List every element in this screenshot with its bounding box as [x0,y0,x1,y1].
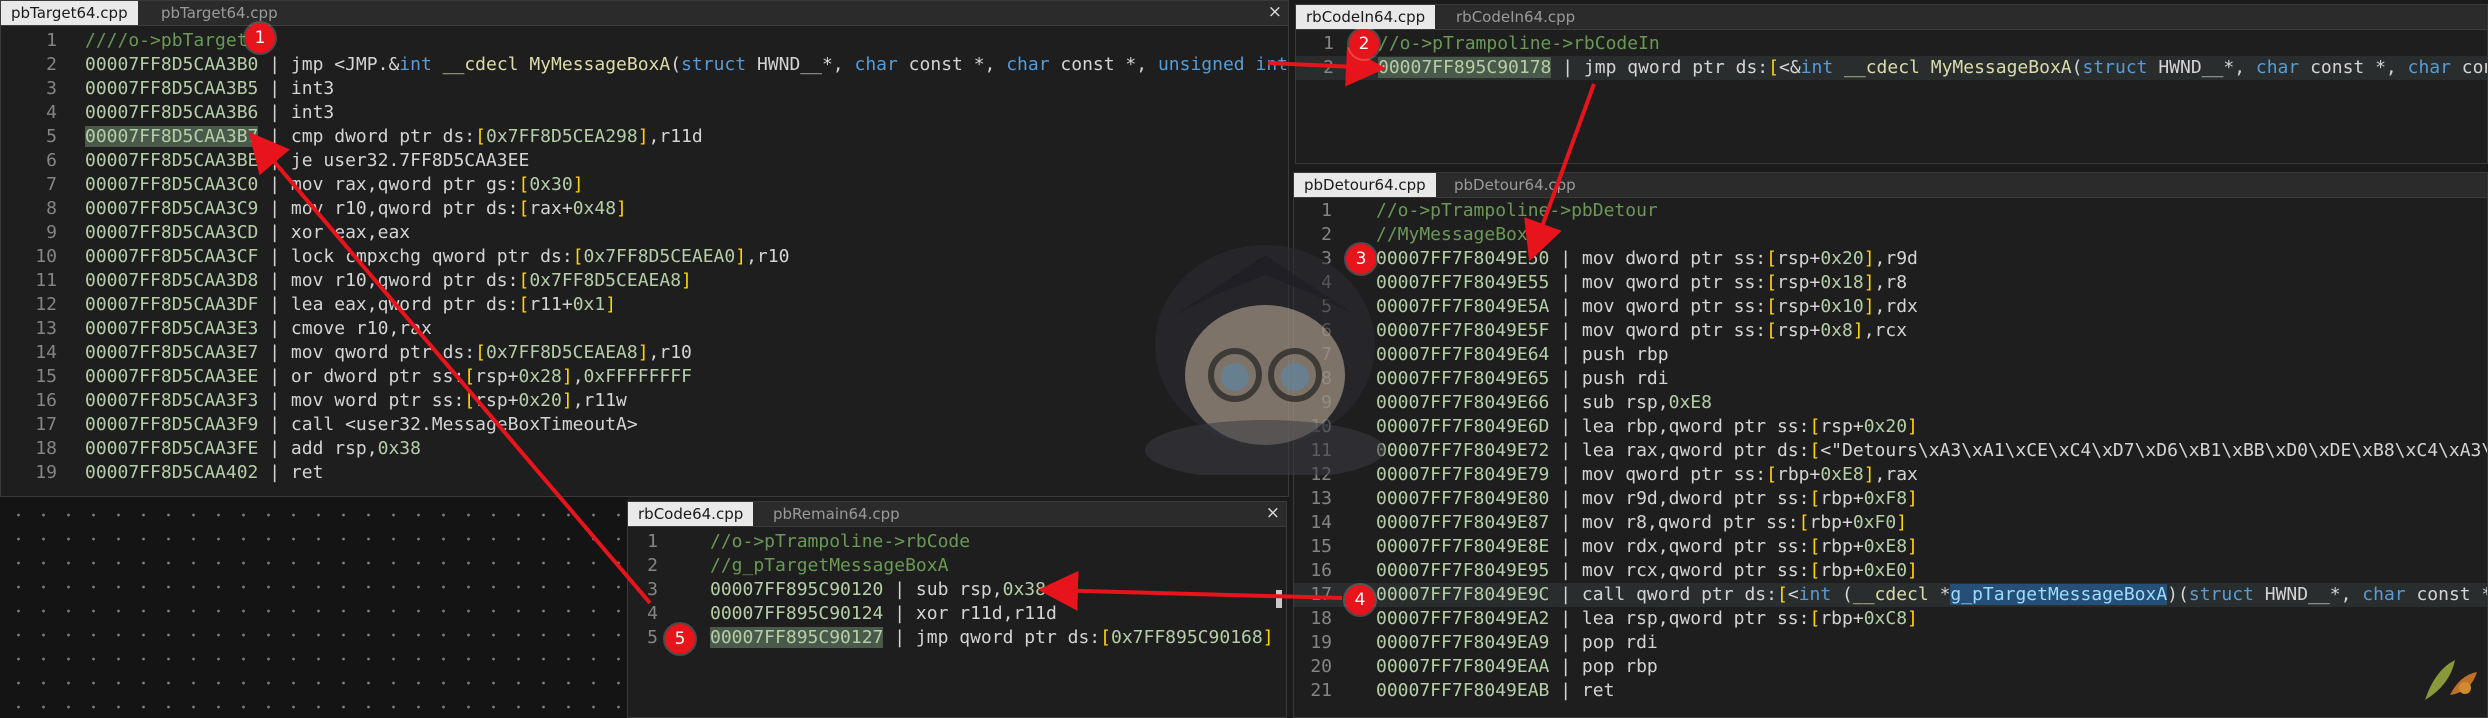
arrow-target-to-codein [1267,46,1386,87]
step-badge-4: 4 [1345,585,1375,615]
step-badge-1: 1 [245,23,275,53]
step-badge-5: 5 [665,624,695,654]
arrow-detour-to-code [1038,570,1343,611]
step-badge-3: 3 [1346,244,1376,274]
annotation-arrows [248,46,1596,611]
arrow-codein-to-detour [1524,83,1596,262]
arrow-code-to-target [248,131,652,605]
step-badge-2: 2 [1349,29,1379,59]
